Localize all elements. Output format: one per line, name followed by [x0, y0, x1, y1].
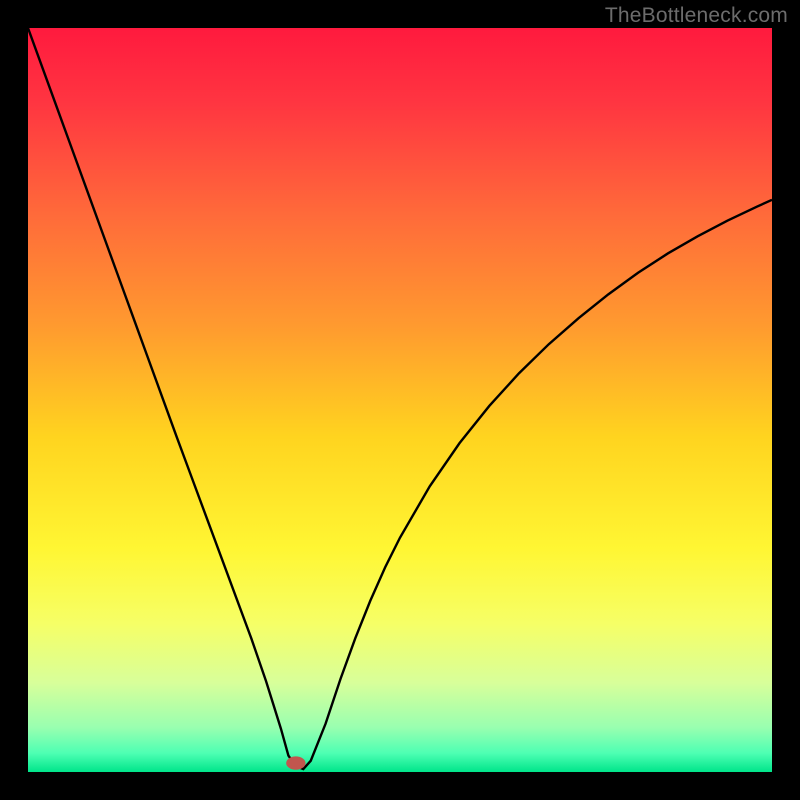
watermark-text: TheBottleneck.com — [605, 4, 788, 28]
optimal-point-marker — [286, 756, 305, 769]
bottleneck-chart — [28, 28, 772, 772]
chart-background — [28, 28, 772, 772]
chart-frame — [28, 28, 772, 772]
